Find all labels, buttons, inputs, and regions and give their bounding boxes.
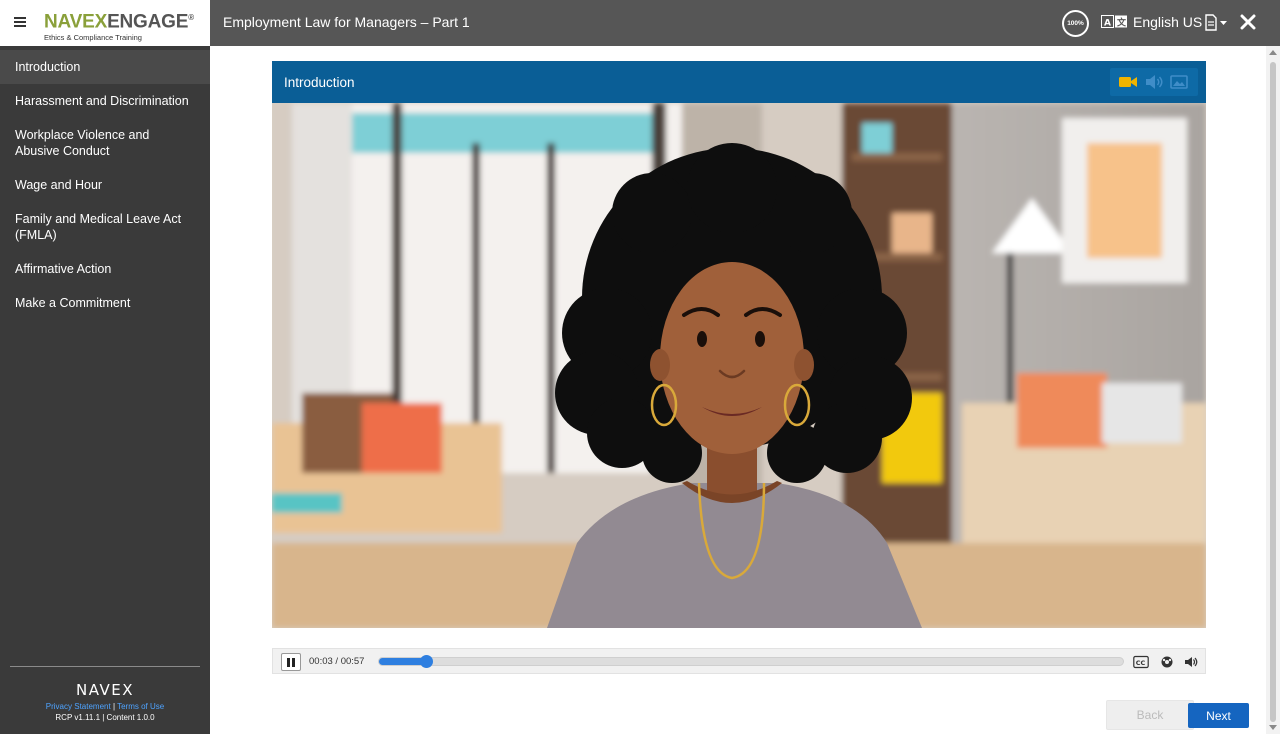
close-icon[interactable] [1240,14,1256,30]
media-mode-toggle [1110,68,1198,96]
document-icon [1205,14,1217,31]
sidebar-item-wage-hour[interactable]: Wage and Hour [0,168,210,202]
lesson-nav: Introduction Harassment and Discriminati… [0,50,210,320]
language-selector[interactable]: English US [1133,14,1202,30]
sidebar-item-harassment[interactable]: Harassment and Discrimination [0,84,210,118]
back-button[interactable]: Back [1106,700,1194,730]
lesson-title: Introduction [284,75,355,90]
chevron-down-icon [1220,21,1227,25]
svg-text:文: 文 [1116,17,1127,29]
closed-captions-icon[interactable]: CC [1133,655,1149,669]
pause-icon [287,658,290,667]
sidebar-item-introduction[interactable]: Introduction [0,50,210,84]
sidebar-item-fmla[interactable]: Family and Medical Leave Act (FMLA) [0,202,210,252]
scroll-thumb[interactable] [1270,62,1276,722]
pause-button[interactable] [281,653,301,671]
course-title: Employment Law for Managers – Part 1 [223,14,470,30]
sidebar: NAVEXENGAGE® Ethics & Compliance Trainin… [0,0,210,734]
sidebar-item-affirmative-action[interactable]: Affirmative Action [0,252,210,286]
brand-tagline: Ethics & Compliance Training [44,33,142,43]
sidebar-footer: NAVEX Privacy Statement | Terms of Use R… [10,666,200,722]
video-icon[interactable] [1118,74,1138,90]
navex-logo: NAVEX [75,681,135,699]
next-button[interactable]: Next [1188,703,1249,728]
privacy-statement-link[interactable]: Privacy Statement [46,702,111,711]
hamburger-icon [14,17,26,19]
lesson-header: Introduction [272,61,1206,103]
video-player[interactable] [272,103,1206,628]
image-icon[interactable] [1170,74,1188,90]
sidebar-item-workplace-violence[interactable]: Workplace Violence and Abusive Conduct [0,118,210,168]
svg-text:A: A [1104,19,1111,29]
document-menu-button[interactable] [1205,14,1229,32]
logo-bar: NAVEXENGAGE® Ethics & Compliance Trainin… [0,0,210,46]
time-display: 00:03 / 00:57 [309,656,365,667]
scroll-down-icon[interactable] [1269,725,1277,730]
brand-logo: NAVEXENGAGE® Ethics & Compliance Trainin… [44,11,194,43]
version-text: RCP v1.11.1 | Content 1.0.0 [55,713,155,722]
video-controls: 00:03 / 00:57 CC [272,648,1206,674]
progress-bar[interactable] [378,655,1124,668]
sidebar-item-commitment[interactable]: Make a Commitment [0,286,210,320]
video-frame-illustration [272,103,1206,628]
page-scrollbar[interactable] [1266,46,1280,734]
brand-name-part2: ENGAGE [107,11,189,33]
app-root: NAVEXENGAGE® Ethics & Compliance Trainin… [0,0,1280,734]
terms-of-use-link[interactable]: Terms of Use [117,702,164,711]
svg-text:CC: CC [1136,659,1146,667]
settings-icon[interactable] [1160,655,1174,669]
progress-fill [379,658,426,665]
top-bar: Employment Law for Managers – Part 1 100… [210,0,1280,46]
progress-handle[interactable] [419,655,433,668]
volume-icon[interactable] [1184,655,1198,669]
translate-icon[interactable]: A 文 [1101,15,1128,29]
brand-name-part1: NAVEX [44,11,108,33]
hamburger-menu-button[interactable] [10,13,30,33]
scroll-up-icon[interactable] [1269,50,1277,55]
zoom-level-badge[interactable]: 100% [1062,10,1089,37]
audio-icon[interactable] [1144,74,1164,90]
